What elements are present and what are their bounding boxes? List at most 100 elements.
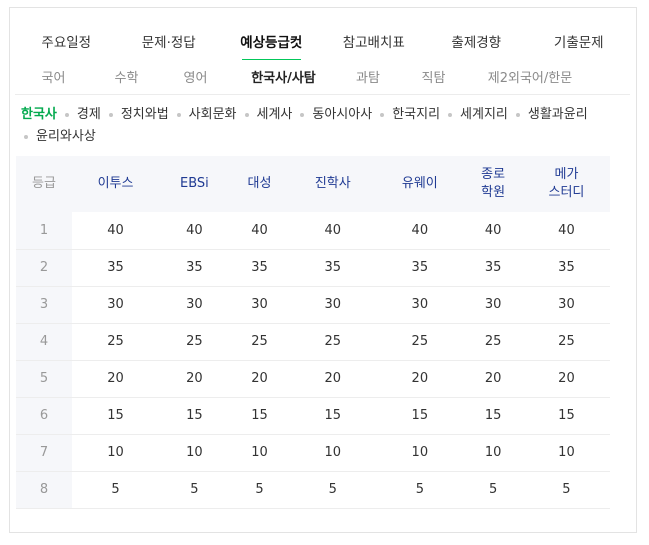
sub-tab-bar: 국어 수학 영어 한국사/사탐 과탐 직탐 제2외국어/한문 [15, 60, 630, 93]
table-body: 1 40 40 40 40 40 40 40 2 35 35 35 35 35 35 35 3 30 30 30 30 3… [16, 212, 610, 508]
subtab-vocational[interactable]: 직탐 [399, 60, 468, 93]
subject-east-asian-history[interactable]: 동아시아사 [312, 107, 372, 122]
score-cell: 30 [411, 297, 429, 312]
score-cell: 35 [558, 260, 575, 275]
score-cell: 10 [324, 445, 342, 460]
score-cell: 40 [107, 222, 124, 238]
score-cell: 15 [324, 408, 342, 423]
column-header-line: 이투스 [97, 176, 134, 191]
score-cell: 35 [186, 260, 203, 275]
separator-dot [300, 112, 305, 117]
score-cell: 20 [186, 371, 203, 386]
column-header-line: EBSi [179, 176, 209, 191]
tab-schedule[interactable]: 주요일정 [15, 22, 118, 60]
column-header-megastudy: 메가 스터디 [523, 156, 610, 212]
grade-cut-table: 등급 이투스 EBSi 대성 진학사 유웨이 종로 학원 메가 스터디 1 40 40 4… [16, 156, 610, 509]
table-row: 7 10 10 10 10 10 10 10 [16, 434, 610, 471]
subject-world-geography[interactable]: 세계지리 [460, 107, 508, 122]
score-cell: 40 [324, 222, 342, 238]
tab-placement-chart[interactable]: 참고배치표 [323, 22, 426, 60]
table-row: 8 5 5 5 5 5 5 5 [16, 471, 610, 508]
table-row: 3 30 30 30 30 30 30 30 [16, 286, 610, 323]
subtab-second-language[interactable]: 제2외국어/한문 [468, 60, 592, 93]
score-cell: 20 [324, 371, 342, 386]
column-header-line: 진학사 [314, 176, 351, 191]
tab-expected-grade-cut[interactable]: 예상등급컷 [220, 22, 323, 61]
score-cell: 15 [411, 408, 429, 423]
score-cell: 10 [411, 445, 429, 460]
column-header-line: 대성 [247, 176, 272, 191]
table-row: 1 40 40 40 40 40 40 40 [16, 212, 610, 249]
score-cell: 35 [324, 260, 342, 275]
separator-dot [64, 112, 69, 117]
grade-cell: 6 [16, 397, 72, 434]
score-cell: 40 [484, 222, 502, 238]
score-cell: 5 [111, 482, 120, 497]
subtab-english[interactable]: 영어 [161, 60, 230, 93]
column-header-line: 종로 [481, 167, 506, 182]
score-cell: 5 [488, 482, 498, 497]
subject-ethics-thought[interactable]: 윤리와사상 [36, 129, 96, 144]
subject-society-culture[interactable]: 사회문화 [189, 107, 237, 122]
score-cell: 25 [324, 334, 342, 349]
grade-cell: 2 [16, 249, 72, 286]
subtab-science[interactable]: 과탐 [337, 60, 399, 93]
score-cell: 30 [324, 297, 342, 312]
column-header-line: 학원 [481, 185, 506, 200]
main-tab-bar: 주요일정 문제·정답 예상등급컷 참고배치표 출제경향 기출문제 [15, 22, 631, 61]
subject-economics[interactable]: 경제 [77, 107, 101, 122]
subject-life-ethics[interactable]: 생활과윤리 [528, 107, 588, 122]
subject-world-history[interactable]: 세계사 [257, 107, 293, 122]
separator-dot [108, 112, 113, 117]
score-cell: 40 [558, 222, 575, 238]
score-cell: 25 [251, 334, 268, 349]
score-cell: 15 [484, 408, 502, 423]
column-header-etoos: 이투스 [72, 156, 159, 212]
score-cell: 40 [186, 222, 203, 238]
subtab-math[interactable]: 수학 [92, 60, 161, 93]
score-cell: 25 [186, 334, 203, 349]
score-cell: 10 [107, 445, 124, 460]
score-cell: 10 [558, 445, 575, 460]
table-row: 2 35 35 35 35 35 35 35 [16, 249, 610, 286]
column-header-uway: 유웨이 [376, 156, 463, 212]
score-cell: 25 [411, 334, 429, 349]
sub-tab-divider [15, 94, 630, 95]
separator-dot [244, 112, 249, 117]
grade-cell: 5 [16, 360, 72, 397]
score-cell: 25 [558, 334, 575, 349]
subject-politics-law[interactable]: 정치와법 [121, 107, 169, 122]
grade-cell: 4 [16, 323, 72, 360]
subtab-korean[interactable]: 국어 [15, 60, 92, 93]
score-cell: 10 [484, 445, 502, 460]
score-cell: 40 [251, 222, 268, 238]
score-cell: 5 [190, 482, 199, 497]
subject-list: 한국사 경제 정치와법 사회문화 세계사 동아시아사 한국지리 세계지리 생활과윤리윤리와사상 [21, 104, 611, 148]
table-header-row: 등급 이투스 EBSi 대성 진학사 유웨이 종로학원 메가 스터디 [16, 156, 610, 212]
score-cell: 15 [251, 408, 268, 423]
score-cell: 30 [186, 297, 203, 312]
subtab-korean-history-social[interactable]: 한국사/사탐 [230, 60, 337, 93]
table-row: 5 20 20 20 20 20 20 20 [16, 360, 610, 397]
tab-past-exams[interactable]: 기출문제 [528, 22, 631, 60]
subject-korean-history[interactable]: 한국사 [21, 107, 57, 122]
table-row: 6 15 15 15 15 15 15 15 [16, 397, 610, 434]
score-cell: 35 [107, 260, 124, 275]
subject-korean-geography[interactable]: 한국지리 [392, 107, 440, 122]
score-cell: 10 [186, 445, 203, 460]
tab-question-trends[interactable]: 출제경향 [425, 22, 528, 60]
score-cell: 20 [411, 371, 429, 386]
score-cell: 15 [558, 408, 575, 423]
table-row: 4 25 25 25 25 25 25 25 [16, 323, 610, 360]
separator-dot [24, 134, 28, 139]
score-cell: 10 [251, 445, 268, 460]
score-cell: 5 [328, 482, 337, 497]
score-cell: 25 [107, 334, 124, 349]
score-cell: 30 [558, 297, 575, 312]
score-cell: 30 [107, 297, 124, 312]
column-header-grade: 등급 [32, 176, 56, 191]
score-cell: 15 [107, 408, 124, 423]
column-header-ebsi: EBSi [159, 156, 230, 212]
column-header-daesung: 대성 [230, 156, 290, 212]
tab-questions-answers[interactable]: 문제·정답 [118, 22, 221, 60]
